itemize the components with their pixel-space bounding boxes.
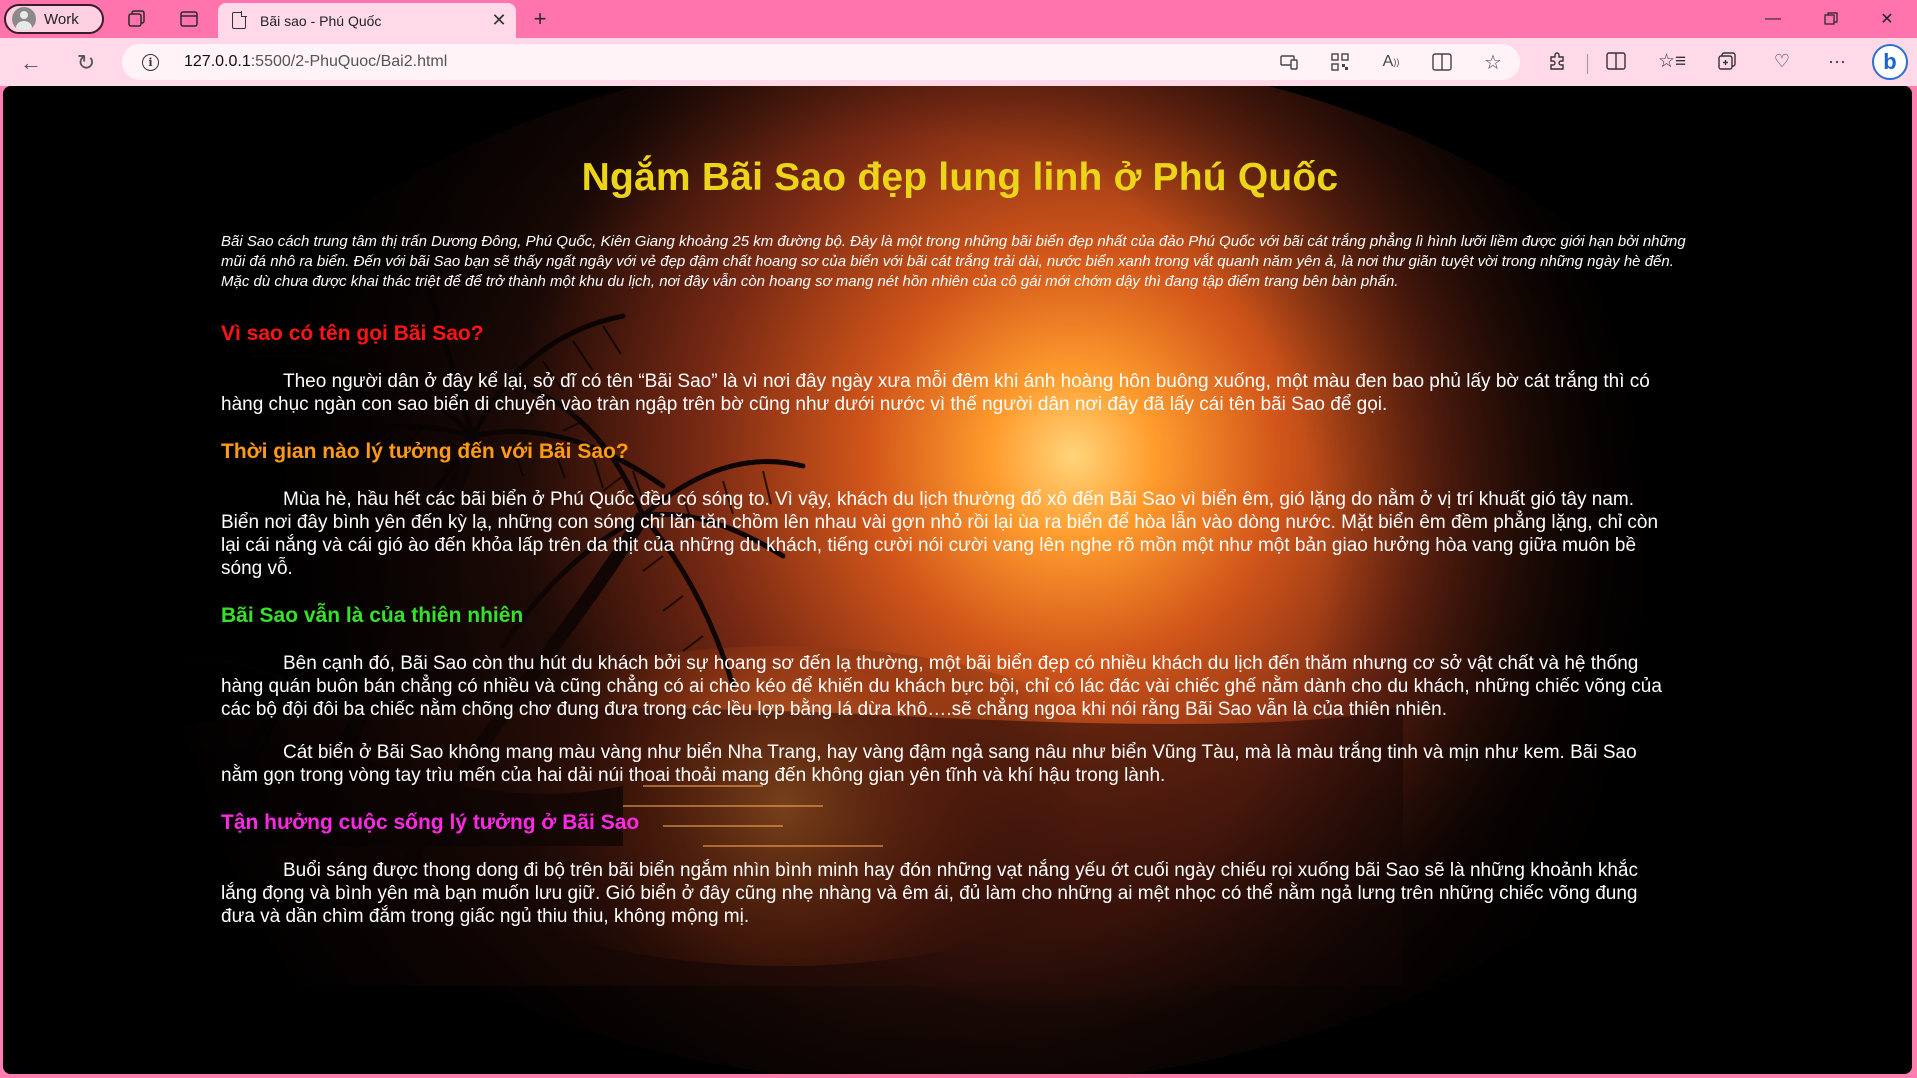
split-screen-icon[interactable] — [1603, 48, 1629, 74]
qr-code-icon[interactable] — [1329, 51, 1351, 73]
page-title: Ngắm Bãi Sao đẹp lung linh ở Phú Quốc — [581, 156, 1339, 199]
page-icon — [232, 11, 247, 29]
address-bar[interactable]: i 127.0.0.1:5500/2-PhuQuoc/Bai2.html A))… — [122, 44, 1520, 80]
tab-actions-icon — [180, 11, 198, 27]
more-icon[interactable]: ··· — [1824, 48, 1850, 74]
refresh-icon: ↻ — [76, 50, 96, 75]
close-icon: ✕ — [1880, 11, 1894, 28]
new-tab-button[interactable]: + — [528, 6, 552, 31]
profile-button[interactable]: Work — [4, 4, 104, 34]
close-tab-icon[interactable]: ✕ — [488, 9, 510, 31]
tab-title: Bãi sao - Phú Quốc — [260, 12, 382, 29]
section-heading-ideal-life: Tận hưởng cuộc sống lý tưởng ở Bãi Sao — [221, 811, 640, 834]
url-text[interactable]: 127.0.0.1:5500/2-PhuQuoc/Bai2.html — [184, 53, 447, 71]
health-icon[interactable]: ♡ — [1769, 48, 1795, 74]
extensions-icon[interactable] — [1544, 48, 1570, 74]
vertical-tabs-button[interactable] — [177, 7, 201, 31]
intro-paragraph: Bãi Sao cách trung tâm thị trấn Dương Đô… — [221, 233, 1686, 290]
toolbar-divider — [1587, 54, 1588, 74]
read-aloud-icon[interactable]: A)) — [1380, 51, 1402, 73]
section-heading-name-origin: Vì sao có tên gọi Bãi Sao? — [221, 322, 484, 345]
app-available-icon[interactable] — [1278, 51, 1300, 73]
star-icon[interactable]: ☆ — [1482, 51, 1504, 74]
back-button[interactable]: ← — [17, 49, 45, 77]
section-paragraph: Cát biển ở Bãi Sao không mang màu vàng n… — [221, 742, 1637, 786]
section-paragraph: Theo người dân ở đây kể lại, sở dĩ có tê… — [221, 371, 1650, 415]
section-paragraph: Buổi sáng được thong dong đi bộ trên bãi… — [221, 860, 1638, 927]
avatar-icon — [12, 7, 36, 31]
info-icon[interactable]: i — [142, 54, 159, 71]
favorites-icon[interactable]: ☆≡ — [1658, 48, 1686, 74]
article: Ngắm Bãi Sao đẹp lung linh ở Phú Quốc Bã… — [221, 156, 1699, 952]
section-paragraph: Bên cạnh đó, Bãi Sao còn thu hút du khác… — [221, 653, 1662, 720]
back-arrow-icon: ← — [20, 50, 42, 75]
collections-icon[interactable] — [1714, 48, 1740, 74]
close-window-button[interactable]: ✕ — [1864, 4, 1910, 34]
section-heading-best-time: Thời gian nào lý tưởng đến với Bãi Sao? — [221, 440, 629, 463]
plus-icon: + — [533, 6, 547, 31]
refresh-button[interactable]: ↻ — [72, 49, 100, 77]
tab-bai-sao[interactable]: Bãi sao - Phú Quốc ✕ — [218, 3, 516, 38]
profile-label: Work — [44, 10, 79, 28]
bing-icon[interactable]: b — [1872, 44, 1908, 80]
minimize-button[interactable]: — — [1750, 4, 1796, 34]
tab-strip: Work Bãi sao - Phú Quốc ✕ + — ✕ — [0, 0, 1917, 38]
immersive-reader-icon[interactable] — [1431, 51, 1453, 73]
workspaces-icon — [128, 10, 145, 27]
restore-button[interactable] — [1808, 4, 1854, 34]
workspaces-button[interactable] — [125, 7, 149, 31]
section-heading-nature: Bãi Sao vẫn là của thiên nhiên — [221, 604, 524, 627]
minimize-icon: — — [1765, 10, 1781, 27]
section-paragraph: Mùa hè, hầu hết các bãi biển ở Phú Quốc … — [221, 489, 1659, 579]
restore-icon — [1824, 12, 1838, 25]
navigation-bar: ← ↻ i 127.0.0.1:5500/2-PhuQuoc/Bai2.html… — [0, 38, 1917, 86]
page-viewport: Ngắm Bãi Sao đẹp lung linh ở Phú Quốc Bã… — [3, 86, 1912, 1074]
